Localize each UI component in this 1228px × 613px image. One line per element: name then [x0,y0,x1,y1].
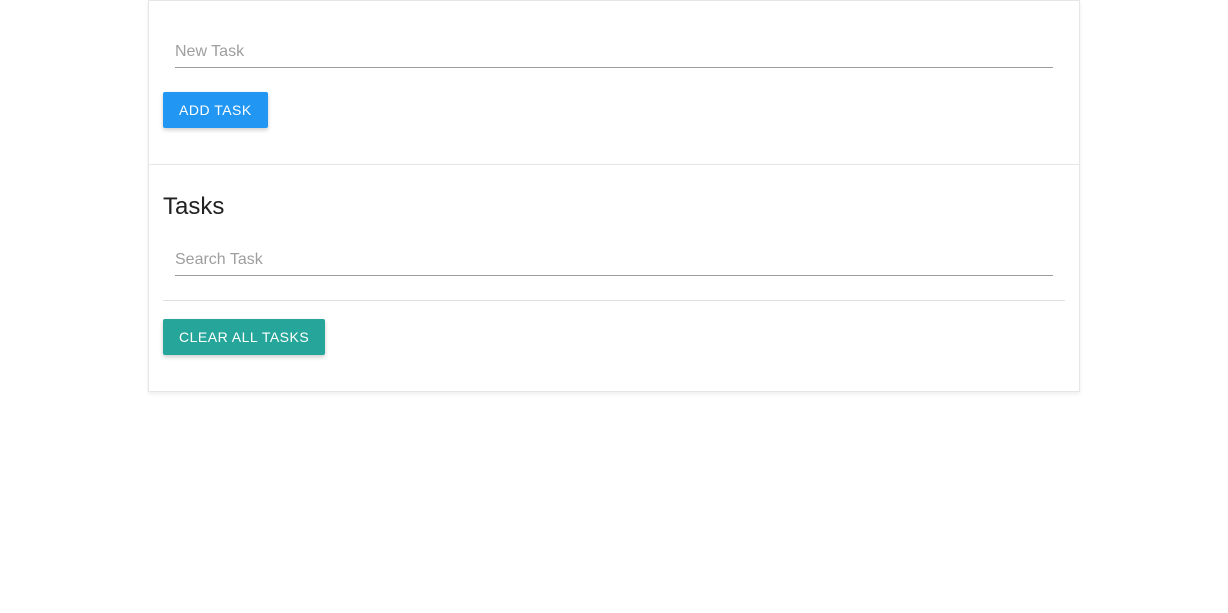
task-card: Add Task Tasks Clear All Tasks [148,0,1080,392]
search-task-input[interactable] [175,245,1053,276]
tasks-list-section: Tasks Clear All Tasks [149,165,1079,391]
add-task-button[interactable]: Add Task [163,92,268,128]
new-task-input-wrapper [163,37,1065,68]
add-task-section: Add Task [149,1,1079,165]
clear-all-tasks-button[interactable]: Clear All Tasks [163,319,325,355]
tasks-divider [163,300,1065,301]
search-task-input-wrapper [163,245,1065,276]
tasks-section-title: Tasks [163,193,1065,221]
new-task-input[interactable] [175,37,1053,68]
task-app-container: Add Task Tasks Clear All Tasks [148,0,1080,392]
